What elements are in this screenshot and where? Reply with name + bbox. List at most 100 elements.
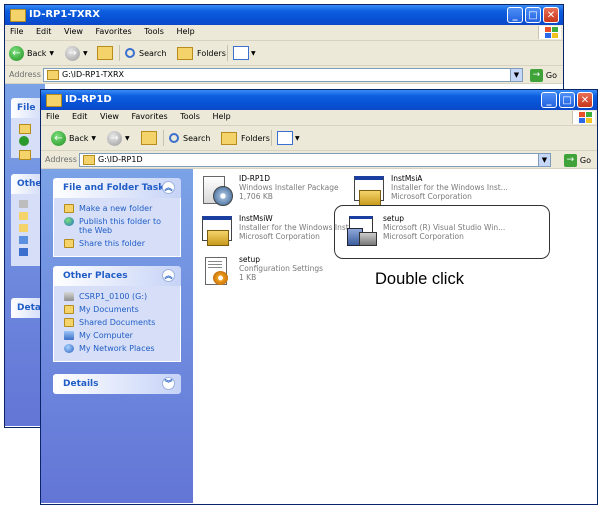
front-window-titlebar[interactable]: ID-RP1D _ □ ✕ (41, 90, 597, 110)
panel-header[interactable]: Details ︾ (53, 374, 181, 394)
search-icon (125, 48, 135, 58)
menu-edit[interactable]: Edit (31, 25, 57, 36)
front-menubar: File Edit View Favorites Tools Help (41, 110, 597, 126)
up-folder-button[interactable] (97, 45, 113, 61)
menu-file[interactable]: File (5, 25, 28, 36)
place-shared-documents[interactable]: Shared Documents (54, 316, 180, 329)
menu-tools[interactable]: Tools (175, 110, 205, 121)
back-arrow-icon: ← (51, 130, 66, 146)
minimize-button[interactable]: _ (507, 7, 523, 23)
file-item-instmsiw[interactable]: InstMsiW Installer for the Windows Inst..… (201, 214, 356, 246)
task-pane: File and Folder Tasks ︽ Make a new folde… (41, 169, 193, 503)
forward-button[interactable]: → ▼ (107, 130, 130, 146)
chevron-down-icon[interactable]: ▼ (538, 154, 550, 166)
new-folder-icon (64, 204, 74, 213)
back-side-label-details: Deta (17, 303, 41, 313)
other-places-panel: Other Places ︽ CSRP1_0100 (G:) My Docume… (53, 266, 181, 362)
go-button[interactable]: → Go (563, 153, 591, 167)
search-icon (169, 133, 179, 143)
views-button[interactable]: ▼ (233, 45, 256, 61)
folders-icon (177, 46, 193, 60)
front-addressbar: Address G:\ID-RP1D ▼ → Go (41, 151, 597, 169)
menu-help[interactable]: Help (207, 110, 235, 121)
forward-button[interactable]: → ▼ (65, 45, 88, 61)
share-folder-icon (64, 239, 74, 248)
config-file-icon (201, 255, 233, 287)
folders-button[interactable]: Folders (221, 130, 270, 146)
views-button[interactable]: ▼ (277, 130, 300, 146)
menu-view[interactable]: View (95, 110, 124, 121)
back-side-label-file: File (17, 103, 36, 113)
task-share-folder[interactable]: Share this folder (54, 237, 180, 250)
back-button[interactable]: ← Back ▼ (51, 130, 96, 146)
back-button[interactable]: ← Back ▼ (9, 45, 54, 61)
drive-icon (64, 292, 74, 301)
up-folder-button[interactable] (141, 130, 157, 146)
back-menubar: File Edit View Favorites Tools Help (5, 25, 563, 41)
back-window-title: ID-RP1-TXRX (29, 9, 100, 20)
forward-arrow-icon: → (107, 130, 122, 146)
address-field[interactable]: G:\ID-RP1D ▼ (79, 153, 551, 167)
installer-exe-icon (353, 174, 385, 206)
back-toolbar: ← Back ▼ → ▼ Search Folders ▼ (5, 41, 563, 66)
maximize-button[interactable]: □ (559, 92, 575, 108)
close-button[interactable]: ✕ (577, 92, 593, 108)
address-field[interactable]: G:\ID-RP1-TXRX ▼ (43, 68, 523, 82)
task-publish-folder[interactable]: Publish this folder to the Web (54, 215, 180, 237)
folder-icon (10, 9, 26, 22)
menu-favorites[interactable]: Favorites (91, 25, 137, 36)
shared-documents-icon (64, 318, 74, 327)
back-addressbar: Address G:\ID-RP1-TXRX ▼ → Go (5, 66, 563, 84)
network-places-icon (64, 344, 74, 353)
chevron-down-icon[interactable]: ︾ (162, 377, 175, 390)
place-my-computer[interactable]: My Computer (54, 329, 180, 342)
menu-view[interactable]: View (59, 25, 88, 36)
my-documents-icon (64, 305, 74, 314)
place-my-network-places[interactable]: My Network Places (54, 342, 180, 355)
panel-header[interactable]: File and Folder Tasks ︽ (53, 178, 181, 198)
place-drive[interactable]: CSRP1_0100 (G:) (54, 290, 180, 303)
my-computer-icon (64, 331, 74, 340)
windows-logo-icon (572, 111, 595, 124)
menu-edit[interactable]: Edit (67, 110, 93, 121)
back-task-pane: File Othe Deta (5, 84, 51, 426)
front-window-title: ID-RP1D (65, 94, 112, 105)
search-button[interactable]: Search (125, 45, 166, 61)
maximize-button[interactable]: □ (525, 7, 541, 23)
views-icon (277, 131, 293, 145)
close-button[interactable]: ✕ (543, 7, 559, 23)
forward-arrow-icon: → (65, 45, 80, 61)
task-make-new-folder[interactable]: Make a new folder (54, 202, 180, 215)
front-window[interactable]: ID-RP1D _ □ ✕ File Edit View Favorites T… (40, 89, 598, 505)
publish-web-icon (64, 217, 74, 226)
installer-package-icon (201, 174, 233, 206)
highlight-callout (334, 205, 550, 259)
file-item-setup-ini[interactable]: setup Configuration Settings 1 KB (201, 255, 323, 287)
panel-header[interactable]: Other Places ︽ (53, 266, 181, 286)
go-button[interactable]: → Go (529, 68, 557, 82)
go-arrow-icon: → (563, 153, 577, 167)
back-window-titlebar[interactable]: ID-RP1-TXRX _ □ ✕ (5, 5, 563, 25)
up-folder-icon (97, 46, 113, 60)
installer-exe-icon (201, 214, 233, 246)
search-button[interactable]: Search (169, 130, 210, 146)
address-label: Address (9, 70, 41, 79)
folder-icon (47, 70, 59, 80)
back-arrow-icon: ← (9, 45, 24, 61)
double-click-annotation: Double click (375, 270, 464, 288)
folders-icon (221, 131, 237, 145)
folders-button[interactable]: Folders (177, 45, 226, 61)
menu-help[interactable]: Help (171, 25, 199, 36)
menu-favorites[interactable]: Favorites (127, 110, 173, 121)
file-item-instmsia[interactable]: InstMsiA Installer for the Windows Inst..… (353, 174, 508, 206)
file-item-id-rp1d[interactable]: ID-RP1D Windows Installer Package 1,706 KB (201, 174, 339, 206)
place-my-documents[interactable]: My Documents (54, 303, 180, 316)
menu-tools[interactable]: Tools (139, 25, 169, 36)
chevron-up-icon[interactable]: ︽ (162, 181, 175, 194)
folder-icon (83, 155, 95, 165)
menu-file[interactable]: File (41, 110, 64, 121)
chevron-down-icon[interactable]: ▼ (510, 69, 522, 81)
views-icon (233, 46, 249, 60)
minimize-button[interactable]: _ (541, 92, 557, 108)
chevron-up-icon[interactable]: ︽ (162, 269, 175, 282)
